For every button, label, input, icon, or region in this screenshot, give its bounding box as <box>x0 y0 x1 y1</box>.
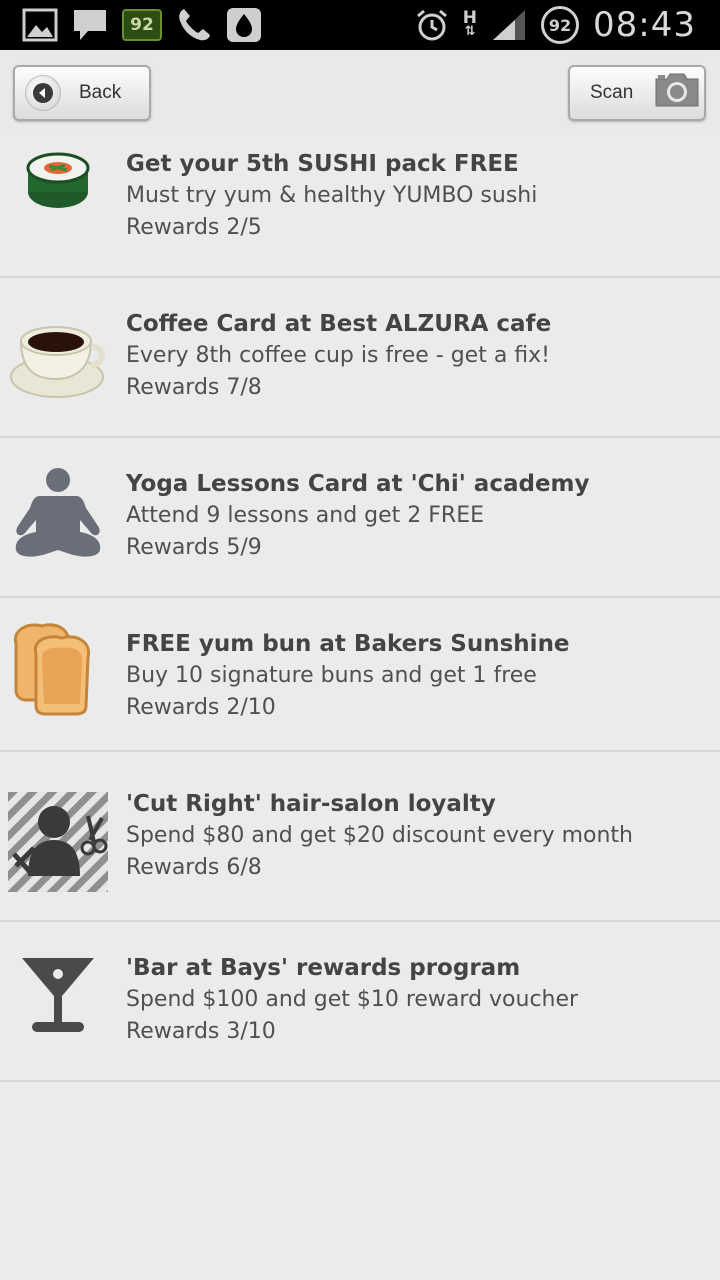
notification-badge: 92 <box>122 9 162 41</box>
phone-icon <box>176 7 212 43</box>
card-description: Every 8th coffee cup is free - get a fix… <box>126 343 551 368</box>
card-title: Coffee Card at Best ALZURA cafe <box>126 311 552 337</box>
scan-button-label: Scan <box>590 82 634 103</box>
list-item[interactable]: FREE yum bun at Bakers Sunshine Buy 10 s… <box>0 598 720 752</box>
list-item[interactable]: 'Bar at Bays' rewards program Spend $100… <box>0 922 720 1082</box>
card-description: Spend $80 and get $20 discount every mon… <box>126 823 633 848</box>
back-button-label: Back <box>79 82 122 103</box>
toast-bread-icon <box>8 618 108 718</box>
hair-salon-icon <box>8 792 108 892</box>
card-rewards: Rewards 5/9 <box>126 535 262 560</box>
card-description: Must try yum & healthy YUMBO sushi <box>126 183 538 208</box>
battery-level-icon: 92 <box>541 6 580 44</box>
toolbar: Back Scan <box>0 50 720 136</box>
clock: 08:43 <box>593 5 696 45</box>
list-item[interactable]: 'Cut Right' hair-salon loyalty Spend $80… <box>0 752 720 922</box>
card-description: Spend $100 and get $10 reward voucher <box>126 987 579 1012</box>
card-rewards: Rewards 7/8 <box>126 375 262 400</box>
loyalty-card-list: Get your 5th SUSHI pack FREE Must try yu… <box>0 136 720 1082</box>
message-icon <box>72 7 108 43</box>
card-rewards: Rewards 2/10 <box>126 695 276 720</box>
card-title: FREE yum bun at Bakers Sunshine <box>126 631 570 657</box>
list-item[interactable]: Coffee Card at Best ALZURA cafe Every 8t… <box>0 278 720 438</box>
card-rewards: Rewards 3/10 <box>126 1019 276 1044</box>
yoga-person-icon <box>8 466 108 566</box>
network-type-icon: H ⇅ <box>462 8 478 39</box>
signal-strength-icon <box>491 8 527 42</box>
app-drop-icon <box>226 7 262 43</box>
card-title: Yoga Lessons Card at 'Chi' academy <box>126 471 590 497</box>
card-title: 'Bar at Bays' rewards program <box>126 955 521 981</box>
coffee-cup-icon <box>8 308 108 408</box>
card-title: Get your 5th SUSHI pack FREE <box>126 151 519 177</box>
alarm-icon <box>415 8 449 42</box>
sushi-roll-icon <box>8 130 108 230</box>
list-item[interactable]: Yoga Lessons Card at 'Chi' academy Atten… <box>0 438 720 598</box>
scan-button[interactable]: Scan <box>568 65 706 121</box>
gallery-icon <box>22 8 58 42</box>
camera-icon <box>653 71 701 115</box>
card-title: 'Cut Right' hair-salon loyalty <box>126 791 496 817</box>
card-description: Attend 9 lessons and get 2 FREE <box>126 503 485 528</box>
card-rewards: Rewards 6/8 <box>126 855 262 880</box>
status-bar: 92 H ⇅ 92 08:43 <box>0 0 720 50</box>
card-rewards: Rewards 2/5 <box>126 215 262 240</box>
card-description: Buy 10 signature buns and get 1 free <box>126 663 537 688</box>
list-item[interactable]: Get your 5th SUSHI pack FREE Must try yu… <box>0 136 720 278</box>
network-type-label: H <box>462 8 478 28</box>
back-button[interactable]: Back <box>13 65 151 121</box>
cocktail-glass-icon <box>8 944 108 1044</box>
back-arrow-icon <box>25 75 61 111</box>
